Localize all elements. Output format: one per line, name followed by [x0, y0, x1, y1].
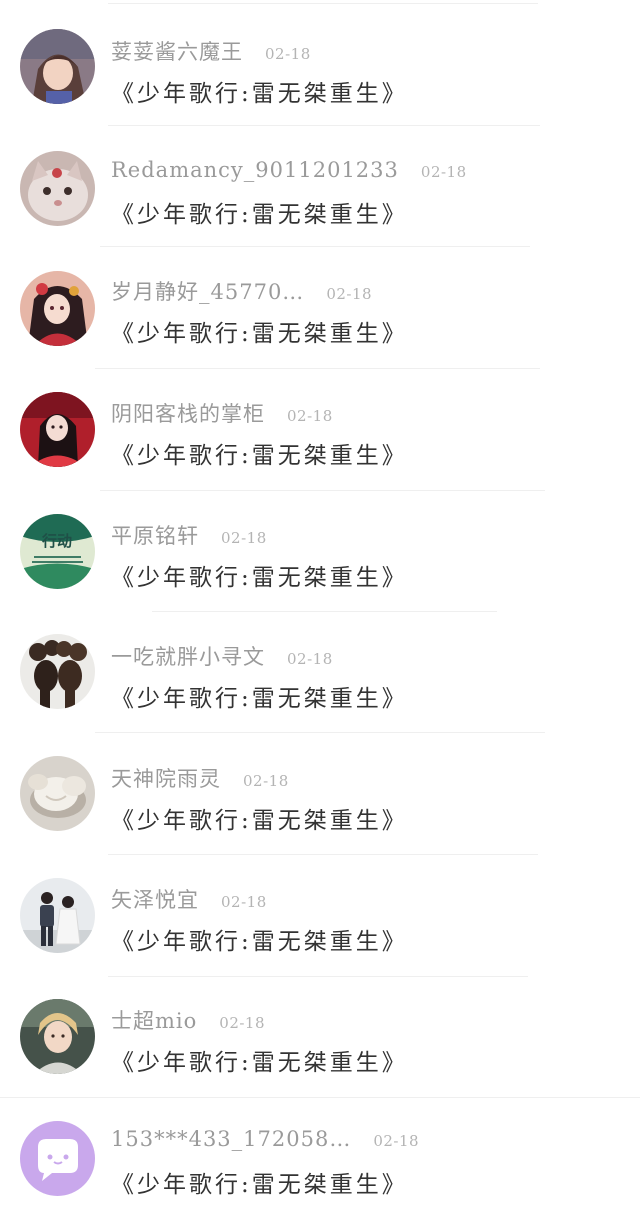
boy-avatar-icon[interactable] [20, 999, 95, 1074]
comment-item[interactable]: Redamancy_9011201233 02-18 《少年歌行:雷无桀重生》 [0, 126, 640, 247]
comment-item[interactable]: 天神院雨灵 02-18 《少年歌行:雷无桀重生》 [0, 733, 640, 855]
username[interactable]: 平原铭轩 [111, 520, 199, 550]
comment-text: 《少年歌行:雷无桀重生》 [111, 321, 408, 347]
username[interactable]: 矢泽悦宜 [111, 884, 199, 914]
username[interactable]: 士超mio [111, 1005, 197, 1035]
comment-date: 02-18 [221, 529, 267, 547]
couple-avatar-icon[interactable] [20, 878, 95, 953]
comment-text: 《少年歌行:雷无桀重生》 [111, 686, 408, 712]
comment-item[interactable]: 岁月静好_45770… 02-18 《少年歌行:雷无桀重生》 [0, 247, 640, 369]
comment-text: 《少年歌行:雷无桀重生》 [111, 443, 408, 469]
username[interactable]: 153***433_172058… [111, 1127, 351, 1151]
comment-item[interactable]: 荽荽酱六魔王 02-18 《少年歌行:雷无桀重生》 [0, 4, 640, 126]
action-badge-text: 行动 [41, 532, 72, 550]
comment-item[interactable]: 一吃就胖小寻文 02-18 《少年歌行:雷无桀重生》 [0, 612, 640, 733]
comment-text: 《少年歌行:雷无桀重生》 [111, 202, 408, 228]
comment-item[interactable]: 矢泽悦宜 02-18 《少年歌行:雷无桀重生》 [0, 855, 640, 977]
comment-item[interactable]: 行动 平原铭轩 02-18 《少年歌行:雷无桀重生》 [0, 490, 640, 612]
chat-bubble-avatar-icon[interactable] [20, 1121, 95, 1196]
comment-text: 《少年歌行:雷无桀重生》 [111, 1172, 408, 1198]
comment-text: 《少年歌行:雷无桀重生》 [111, 808, 408, 834]
comment-date: 02-18 [243, 772, 289, 790]
comment-text: 《少年歌行:雷无桀重生》 [111, 81, 408, 107]
comment-item[interactable]: 153***433_172058… 02-18 《少年歌行:雷无桀重生》 [0, 1098, 640, 1219]
comment-item[interactable]: 阴阳客栈的掌柜 02-18 《少年歌行:雷无桀重生》 [0, 369, 640, 491]
mice-figures-avatar-icon[interactable] [20, 634, 95, 709]
comment-date: 02-18 [265, 45, 311, 63]
username[interactable]: 阴阳客栈的掌柜 [111, 398, 265, 428]
comment-date: 02-18 [326, 285, 373, 303]
comment-date: 02-18 [287, 650, 333, 668]
username[interactable]: 岁月静好_45770… [111, 276, 304, 306]
comment-date: 02-18 [221, 893, 267, 911]
comment-date: 02-18 [420, 163, 467, 181]
comment-item[interactable]: 士超mio 02-18 《少年歌行:雷无桀重生》 [0, 977, 640, 1098]
username[interactable]: 天神院雨灵 [111, 763, 221, 793]
comment-date: 02-18 [219, 1014, 266, 1032]
anime-girl-avatar-icon[interactable] [20, 271, 95, 346]
cat-avatar-icon[interactable] [20, 151, 95, 226]
comment-text: 《少年歌行:雷无桀重生》 [111, 929, 408, 955]
comment-text: 《少年歌行:雷无桀重生》 [111, 1050, 408, 1076]
comment-date: 02-18 [373, 1132, 420, 1150]
comment-text: 《少年歌行:雷无桀重生》 [111, 565, 408, 591]
dumpling-avatar-icon[interactable] [20, 756, 95, 831]
username[interactable]: Redamancy_9011201233 [111, 158, 399, 182]
girl-avatar-icon[interactable] [20, 29, 95, 104]
action-badge-avatar-icon[interactable]: 行动 [20, 514, 95, 589]
comment-date: 02-18 [287, 407, 333, 425]
username[interactable]: 一吃就胖小寻文 [111, 641, 265, 671]
red-dress-avatar-icon[interactable] [20, 392, 95, 467]
username[interactable]: 荽荽酱六魔王 [111, 36, 243, 66]
